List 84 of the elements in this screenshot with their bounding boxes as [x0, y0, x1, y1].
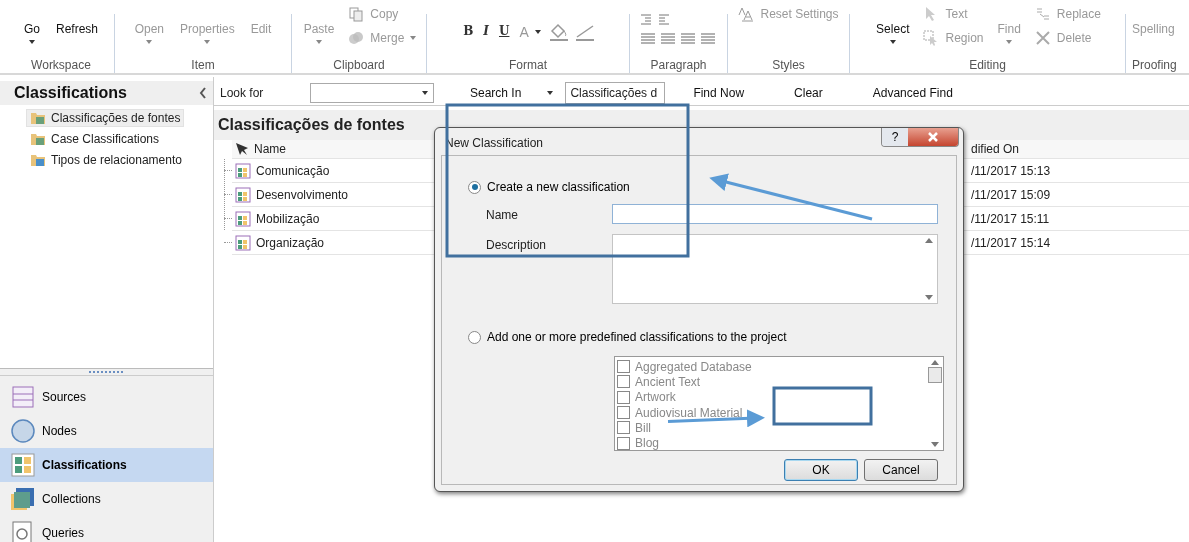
italic-button[interactable]: I — [480, 16, 492, 38]
delete-icon — [1034, 30, 1051, 46]
classification-icon — [235, 186, 251, 203]
pin-icon — [235, 142, 249, 156]
table-cell-text: /11/2017 15:11 — [971, 211, 1051, 226]
group-label: Item — [190, 58, 216, 72]
name-field[interactable] — [612, 204, 938, 224]
scroll-up-icon — [925, 238, 933, 243]
nav-item[interactable]: Nodes — [0, 414, 213, 448]
search-in-button[interactable]: Search In — [460, 86, 564, 100]
circles-icon — [348, 30, 365, 46]
folder-icon — [30, 132, 46, 146]
folder-icon — [30, 153, 46, 167]
circle-icon — [10, 418, 36, 444]
classification-icon — [235, 234, 251, 251]
column-header[interactable]: dified On — [971, 142, 1189, 156]
nav-item[interactable]: Queries — [0, 516, 213, 542]
ribbon-button[interactable]: Select — [870, 16, 916, 44]
panel-title: Classifications — [14, 84, 127, 102]
field-label: Name — [485, 207, 519, 222]
folder-icon — [30, 111, 46, 125]
ribbon-button[interactable]: Refresh — [50, 16, 104, 36]
ok-button[interactable]: OK — [784, 459, 858, 481]
table-cell-text: /11/2017 15:13 — [971, 163, 1052, 178]
classification-list[interactable]: Aggregated Database Ancient Text Artwork Audiovisual Material Bill Blog — [614, 356, 944, 451]
close-button[interactable] — [908, 128, 958, 146]
list-item[interactable]: Ancient Text — [617, 374, 925, 390]
nav-item[interactable]: Sources — [0, 380, 213, 414]
scroll-up-icon — [931, 360, 939, 365]
table-cell: Mobilização — [256, 211, 320, 226]
classification-icon — [235, 210, 251, 227]
list-item[interactable]: Bill — [617, 420, 925, 436]
bold-button[interactable]: B — [460, 16, 477, 38]
look-for-dropdown[interactable] — [310, 83, 434, 103]
splitter[interactable] — [0, 368, 213, 376]
scroll-down-icon — [931, 442, 939, 447]
tree-item[interactable]: Tipos de relacionamento — [26, 151, 186, 169]
nav-item[interactable]: Classifications — [0, 448, 213, 482]
drawer-icon — [10, 384, 36, 410]
grid-icon — [10, 452, 36, 478]
table-cell: Comunicação — [256, 163, 330, 178]
list-item[interactable]: Blog — [617, 435, 925, 450]
text-style-icon — [738, 6, 755, 22]
group-label: Editing — [968, 58, 1007, 72]
group-label: Format — [508, 58, 548, 72]
pen-line-icon — [573, 22, 596, 42]
paint-bucket-icon — [547, 22, 570, 42]
group-label: Workspace — [30, 58, 92, 72]
scroll-thumb[interactable] — [928, 367, 942, 383]
table-cell: Organização — [256, 235, 325, 250]
description-field[interactable] — [612, 234, 938, 304]
search-button[interactable]: Clear — [784, 86, 833, 100]
search-button[interactable]: Advanced Find — [862, 86, 963, 100]
cancel-button[interactable]: Cancel — [864, 459, 938, 481]
scrollbar[interactable] — [927, 357, 943, 450]
field-label: Description — [485, 237, 548, 252]
radio-option[interactable]: Create a new classification — [468, 180, 630, 194]
replace-icon — [1034, 6, 1051, 22]
table-cell-text: /11/2017 15:14 — [971, 235, 1052, 250]
field-label: Look for — [219, 86, 265, 100]
radio-option[interactable]: Add one or more predefined classifications to the project — [468, 330, 787, 344]
copy-icon — [348, 6, 365, 22]
tree-item[interactable]: Case Classifications — [26, 130, 164, 148]
group-label: Proofing — [1131, 58, 1178, 72]
collapse-button[interactable] — [199, 87, 207, 99]
search-in-field[interactable]: Classificações d — [565, 82, 666, 104]
nav-item[interactable]: Collections — [0, 482, 213, 516]
underline-button[interactable]: U — [496, 16, 513, 38]
classification-icon — [235, 162, 251, 179]
group-label: Clipboard — [332, 58, 386, 72]
help-button[interactable]: ? — [882, 128, 908, 146]
stacked-squares-icon — [10, 486, 36, 512]
tree-item[interactable]: Classificações de fontes — [26, 109, 185, 127]
search-button[interactable]: Find Now — [683, 86, 755, 100]
list-item[interactable]: Artwork — [617, 389, 925, 405]
table-cell-text: /11/2017 15:09 — [971, 187, 1052, 202]
ribbon-button[interactable]: Go — [17, 16, 46, 44]
table-cell: Desenvolvimento — [256, 187, 349, 202]
column-header[interactable]: Name — [254, 142, 286, 156]
group-label: Styles — [771, 58, 806, 72]
list-item[interactable]: Audiovisual Material — [617, 404, 925, 421]
group-label: Paragraph — [649, 58, 708, 72]
close-icon — [927, 132, 939, 142]
scroll-down-icon — [925, 295, 933, 300]
